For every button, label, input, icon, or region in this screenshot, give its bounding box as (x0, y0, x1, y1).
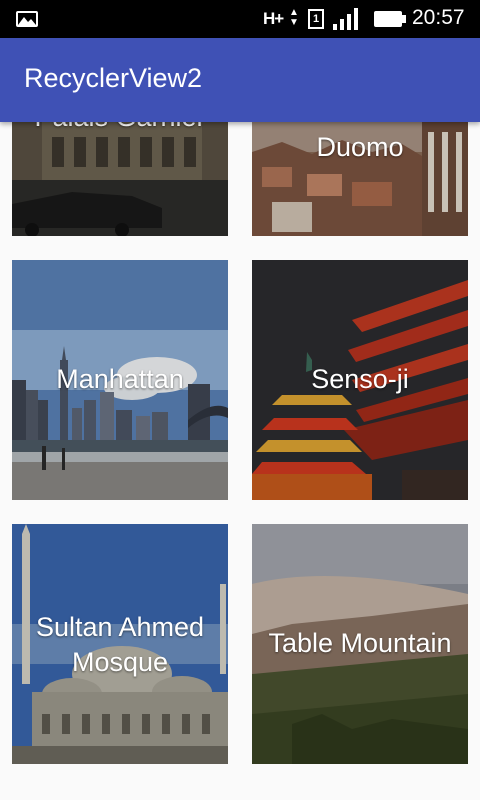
card-label: Senso-ji (311, 364, 409, 394)
card-senso-ji[interactable]: Senso-ji (252, 260, 468, 500)
app-title: RecyclerView2 (24, 63, 203, 93)
card-duomo[interactable]: Duomo (252, 122, 468, 236)
network-type-label: H+ (263, 9, 284, 28)
data-activity-icon: ▲ ▼ (289, 7, 299, 28)
status-bar: H+ ▲ ▼ 1 20:57 (0, 0, 480, 38)
card-manhattan[interactable]: Manhattan (12, 260, 228, 500)
card-label: Palais Garnier (12, 122, 228, 135)
gallery-notification-icon (16, 11, 38, 27)
card-label: Manhattan (56, 364, 184, 394)
app-bar: RecyclerView2 (0, 38, 480, 122)
status-time: 20:57 (412, 6, 465, 29)
card-palais-garnier[interactable]: Palais Garnier (12, 122, 228, 236)
card-sultan-ahmed-mosque[interactable]: Sultan Ahmed Mosque (12, 524, 228, 764)
card-label: Duomo (316, 132, 404, 162)
recycler-grid[interactable]: Palais Garnier Duomo (0, 122, 480, 800)
sim-slot-icon: 1 (308, 9, 324, 29)
battery-icon (374, 11, 406, 27)
card-shade (12, 122, 228, 236)
signal-strength-icon (333, 8, 361, 35)
card-table-mountain[interactable]: Table Mountain (252, 524, 468, 764)
card-label: Sultan Ahmed Mosque (35, 612, 205, 677)
card-label: Table Mountain (268, 628, 452, 658)
